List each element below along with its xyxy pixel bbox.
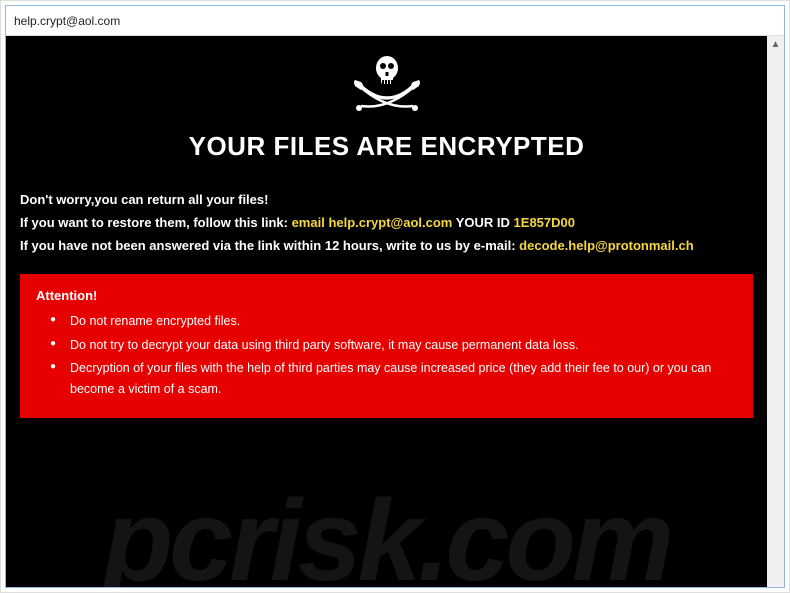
watermark-text: pcrisk.com [6, 475, 767, 587]
titlebar: help.crypt@aol.com [6, 6, 784, 36]
intro-1b: you can return all your files! [94, 192, 268, 207]
content-area: YOUR FILES ARE ENCRYPTED Don't worry,you… [6, 36, 767, 587]
your-id-value: 1E857D00 [514, 215, 575, 230]
list-item: Decryption of your files with the help o… [50, 358, 737, 401]
list-item: Do not rename encrypted files. [50, 311, 737, 332]
window-title: help.crypt@aol.com [14, 14, 120, 28]
secondary-email: decode.help@protonmail.ch [519, 238, 693, 253]
scroll-up-icon[interactable]: ▲ [767, 36, 784, 53]
attention-list: Do not rename encrypted files. Do not tr… [36, 311, 737, 400]
intro-1a: Don't worry, [20, 192, 94, 207]
vertical-scrollbar[interactable]: ▲ [767, 36, 784, 587]
yourid-label: YOUR ID [452, 215, 513, 230]
email-label: email [292, 215, 329, 230]
content-wrap: YOUR FILES ARE ENCRYPTED Don't worry,you… [6, 36, 784, 587]
intro-line-1: Don't worry,you can return all your file… [20, 190, 753, 211]
intro-line-2: If you want to restore them, follow this… [20, 213, 753, 234]
attention-box: Attention! Do not rename encrypted files… [20, 274, 753, 418]
intro-2a: If you want to restore them, follow this… [20, 215, 292, 230]
intro-3a: If you have not been answered via the li… [20, 238, 519, 253]
outer-frame: help.crypt@aol.com [0, 0, 790, 593]
list-item: Do not try to decrypt your data using th… [50, 335, 737, 356]
skull-swords-icon [20, 52, 753, 121]
primary-email: help.crypt@aol.com [328, 215, 452, 230]
intro-text: Don't worry,you can return all your file… [20, 190, 753, 256]
intro-line-3: If you have not been answered via the li… [20, 236, 753, 257]
attention-title: Attention! [36, 288, 737, 303]
main-heading: YOUR FILES ARE ENCRYPTED [20, 131, 753, 162]
window: help.crypt@aol.com [5, 5, 785, 588]
